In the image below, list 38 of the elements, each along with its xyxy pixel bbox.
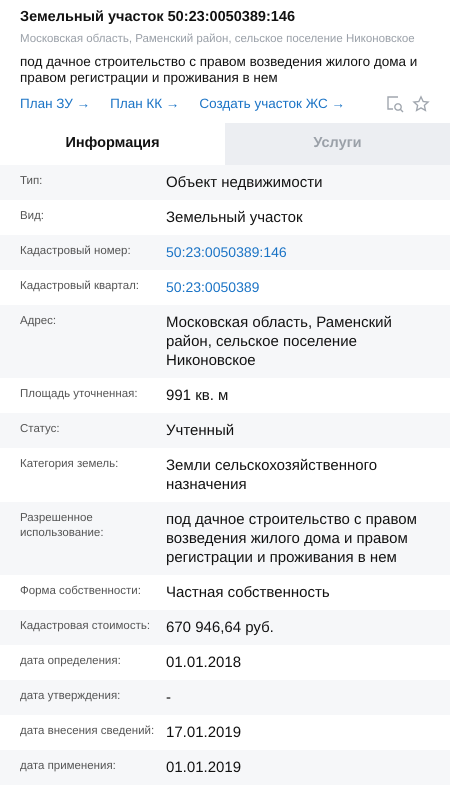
field-value: Частная собственность	[166, 582, 331, 602]
field-label: Категория земель:	[20, 456, 120, 472]
field-label: дата утверждения:	[20, 688, 122, 704]
field-value: 991 кв. м	[166, 386, 230, 404]
nav-link[interactable]: Создать участок ЖС →	[199, 94, 346, 114]
field-label: Площадь уточненная:	[20, 386, 139, 402]
field-value: Земли сельскохозяйственного назначения	[166, 456, 378, 494]
field-value: Московская область, Раменский район, сельское поселение Никоновское	[166, 312, 393, 370]
nav-link[interactable]: План КК →	[110, 94, 180, 114]
star-icon[interactable]	[412, 95, 430, 114]
field-value: 01.01.2018	[166, 652, 242, 672]
search-document-icon[interactable]	[386, 95, 404, 114]
field-label: Адрес:	[20, 314, 58, 328]
field-label: Вид:	[20, 208, 45, 224]
field-value: -	[166, 688, 172, 706]
value-link[interactable]: 50:23:0050389:146	[166, 244, 287, 260]
field-value: под дачное строительство с правом возведения жилого дома и правом регистрации и проживания в нем	[166, 510, 418, 566]
field-label: Кадастровый квартал:	[20, 278, 140, 294]
field-value: 17.01.2019	[166, 722, 242, 742]
field-label: Тип:	[20, 174, 44, 188]
field-label: дата применения:	[20, 758, 117, 774]
field-label: Кадастровая стоимость:	[20, 618, 152, 634]
value-link[interactable]: 50:23:0050389	[166, 278, 260, 294]
field-label: дата определения:	[20, 654, 122, 668]
field-label: Кадастровый номер:	[20, 244, 132, 258]
description-text: под дачное строительство с правом возведения жилого дома и правом регистрации и проживания в нем	[20, 54, 418, 86]
field-value: Учтенный	[166, 420, 236, 440]
field-label: Статус:	[20, 422, 61, 436]
field-value: Земельный участок	[166, 208, 304, 226]
address-subtitle: Московская область, Раменский район, сельское поселение Никоновское	[20, 32, 416, 47]
field-label: Разрешенное использование:	[20, 510, 105, 540]
field-label: Форма собственности:	[20, 584, 142, 598]
field-value: 01.01.2019	[166, 758, 242, 776]
nav-link[interactable]: План ЗУ →	[20, 94, 90, 114]
field-label: дата внесения сведений:	[20, 724, 156, 738]
field-value: 670 946,64 руб.	[166, 618, 275, 636]
field-value: Объект недвижимости	[166, 172, 324, 192]
page-title: Земельный участок 50:23:0050389:146	[20, 8, 296, 26]
